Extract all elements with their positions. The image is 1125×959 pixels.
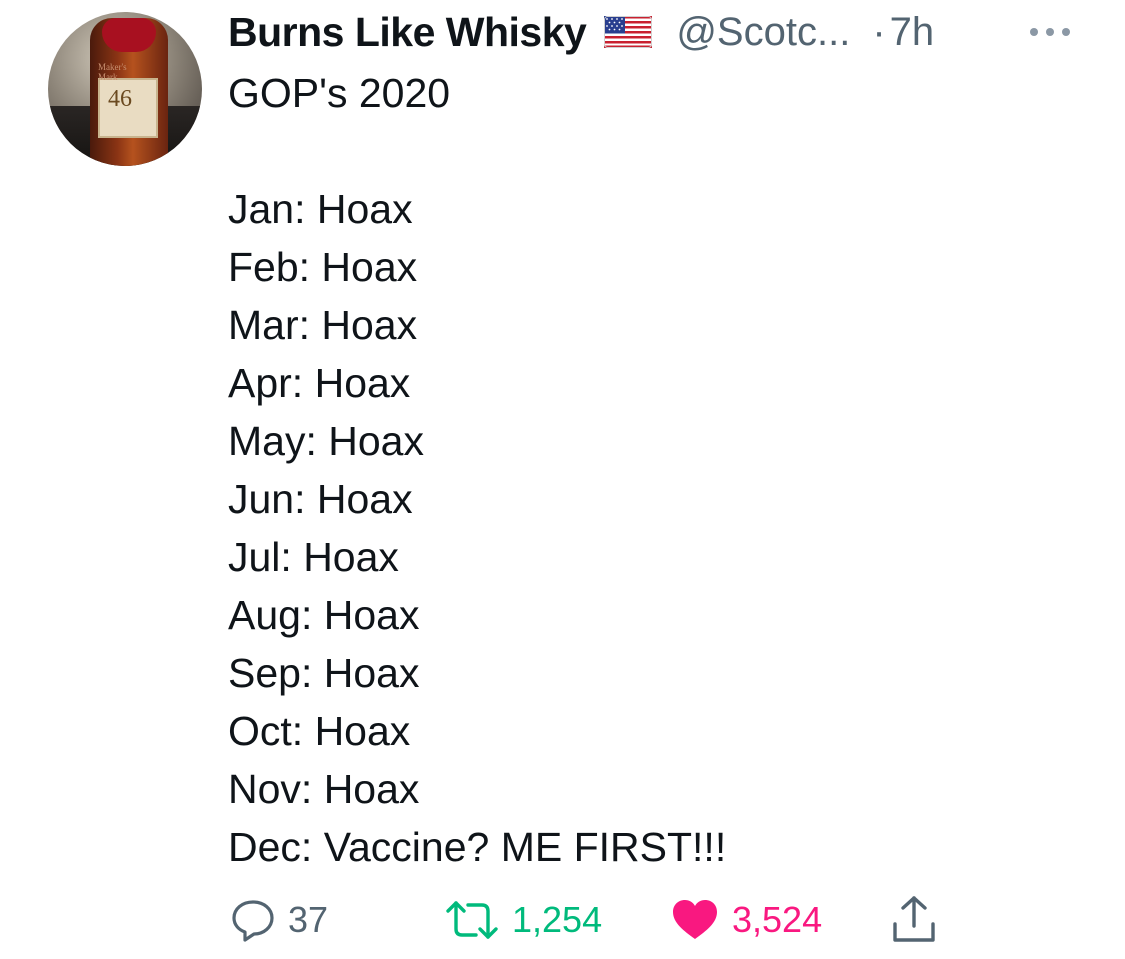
- tweet[interactable]: Maker's Mark 46 Burns Like Whisky @Scotc…: [0, 0, 1125, 959]
- retweet-icon: [444, 897, 500, 943]
- tweet-timestamp[interactable]: 7h: [890, 10, 935, 55]
- tweet-text-line: Oct: Hoax: [228, 708, 411, 754]
- tweet-header: Burns Like Whisky @Scotc... · 7h: [228, 6, 934, 58]
- us-flag-icon: [604, 16, 653, 48]
- retweet-count: 1,254: [512, 899, 603, 940]
- tweet-actions: 37 1,254 3,524: [0, 892, 1125, 948]
- reply-button[interactable]: 37: [230, 892, 328, 948]
- tweet-text-title: GOP's 2020: [228, 70, 451, 116]
- like-count: 3,524: [732, 899, 823, 940]
- reply-icon: [230, 897, 276, 943]
- share-icon: [890, 894, 938, 946]
- tweet-text-line: May: Hoax: [228, 418, 424, 464]
- more-horizontal-icon[interactable]: [1026, 22, 1074, 42]
- tweet-text-line: Dec: Vaccine? ME FIRST!!!: [228, 824, 727, 870]
- avatar[interactable]: Maker's Mark 46: [48, 12, 202, 166]
- retweet-button[interactable]: 1,254: [444, 892, 602, 948]
- tweet-text-line: Jun: Hoax: [228, 476, 413, 522]
- tweet-text-line: Aug: Hoax: [228, 592, 420, 638]
- tweet-text-line: Jan: Hoax: [228, 186, 413, 232]
- author-display-name[interactable]: Burns Like Whisky: [228, 9, 587, 56]
- reply-count: 37: [288, 899, 329, 940]
- share-button[interactable]: [890, 892, 938, 948]
- tweet-text: GOP's 2020 Jan: Hoax Feb: Hoax Mar: Hoax…: [228, 64, 1088, 876]
- like-button[interactable]: 3,524: [670, 892, 822, 948]
- tweet-text-line: Mar: Hoax: [228, 302, 418, 348]
- tweet-text-line: Apr: Hoax: [228, 360, 411, 406]
- heart-icon: [670, 897, 720, 943]
- avatar-wax-seal: [102, 18, 156, 52]
- tweet-text-line: Nov: Hoax: [228, 766, 420, 812]
- header-separator: ·: [872, 9, 886, 54]
- tweet-text-line: Sep: Hoax: [228, 650, 420, 696]
- tweet-text-line: Jul: Hoax: [228, 534, 399, 580]
- tweet-text-line: Feb: Hoax: [228, 244, 418, 290]
- avatar-brand-text: Maker's Mark: [98, 62, 127, 82]
- author-handle[interactable]: @Scotc...: [676, 10, 850, 55]
- avatar-label-number: 46: [108, 86, 132, 112]
